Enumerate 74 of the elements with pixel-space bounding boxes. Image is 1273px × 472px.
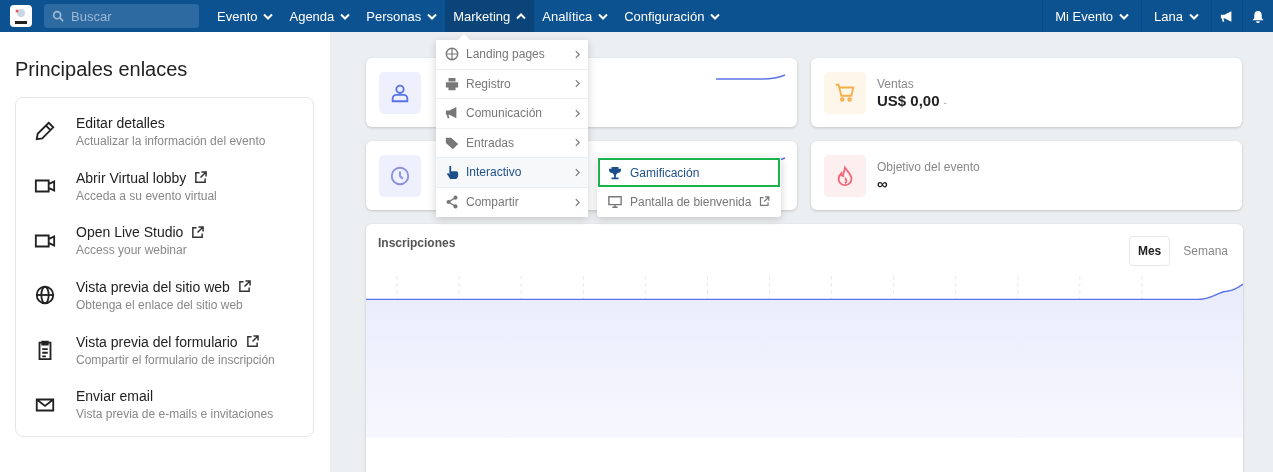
- menu-item[interactable]: Registro: [436, 69, 588, 99]
- nav-menu[interactable]: Analítica: [534, 0, 617, 32]
- link-description: Obtenga el enlace del sitio web: [76, 297, 244, 312]
- link-description: Actualizar la información del evento: [76, 133, 266, 148]
- search-icon: [52, 10, 64, 22]
- globe-icon: [34, 284, 56, 307]
- bell-icon: [1251, 9, 1265, 23]
- stat-value: US$ 0,00: [877, 91, 940, 109]
- link-description: Compartir el formulario de inscripción: [76, 352, 275, 367]
- chart-title: Inscripciones: [378, 236, 456, 252]
- chevron-icon: [516, 12, 527, 20]
- chevron-icon: [427, 12, 438, 20]
- link-title[interactable]: Open Live Studio: [76, 224, 184, 241]
- external-link-icon: [245, 335, 259, 349]
- chevron-icon: [710, 12, 721, 20]
- link-title[interactable]: Enviar email: [76, 388, 154, 405]
- globe-icon: [445, 47, 459, 62]
- nav-menu[interactable]: Evento: [209, 0, 282, 32]
- pencil-icon: [34, 120, 56, 143]
- stat-change: -: [943, 96, 947, 108]
- clock-icon: [389, 164, 411, 187]
- link-title[interactable]: Editar detalles: [76, 114, 165, 131]
- menu-item[interactable]: Landing pages: [436, 40, 588, 70]
- menu-item[interactable]: Entradas: [436, 128, 588, 158]
- cart-icon: [834, 81, 856, 104]
- menu-item[interactable]: Compartir: [436, 187, 588, 217]
- external-link-icon: [759, 195, 770, 208]
- nav-menu[interactable]: Lana: [1141, 0, 1211, 32]
- megaphone-icon: [445, 106, 459, 121]
- pointing-hand-icon: [445, 165, 459, 180]
- printer-icon: [445, 76, 459, 91]
- nav-menu[interactable]: Agenda: [281, 0, 359, 32]
- link-description: Acceda a su evento virtual: [76, 188, 217, 203]
- external-link-icon: [237, 280, 251, 294]
- menu-item[interactable]: Gamificación: [598, 158, 780, 187]
- menu-item[interactable]: Comunicación: [436, 99, 588, 129]
- external-link-icon: [194, 171, 208, 185]
- link-description: Access your webinar: [76, 243, 188, 258]
- external-link-icon: [191, 225, 205, 239]
- search-field[interactable]: Buscar: [44, 4, 199, 28]
- section-title: Principales enlaces: [15, 58, 189, 81]
- logo-icon[interactable]: [10, 5, 32, 27]
- nav-menu[interactable]: Personas: [358, 0, 446, 32]
- link-title[interactable]: Vista previa del sitio web: [76, 278, 230, 295]
- menu-item[interactable]: Interactivo: [436, 158, 588, 188]
- stat-label: Ventas: [877, 76, 915, 91]
- chevron-icon: [1189, 12, 1199, 20]
- chevron-icon: [263, 12, 274, 20]
- chevron-right-icon: [575, 108, 580, 118]
- tag-icon: [445, 135, 459, 150]
- chevron-right-icon: [575, 197, 580, 207]
- chevron-right-icon: [575, 167, 580, 177]
- chevron-icon: [340, 12, 351, 20]
- chevron-right-icon: [575, 138, 580, 148]
- trophy-icon: [608, 165, 622, 180]
- share-icon: [445, 195, 459, 210]
- chevron-icon: [1119, 12, 1130, 20]
- nav-menu[interactable]: Configuración: [616, 0, 729, 32]
- chevron-right-icon: [575, 49, 580, 59]
- nav-menu[interactable]: Mi Evento: [1042, 0, 1142, 32]
- megaphone-icon: [1220, 9, 1234, 23]
- monitor-icon: [608, 194, 622, 209]
- menu-pointer: [458, 34, 470, 40]
- period-tab[interactable]: Mes: [1128, 236, 1171, 266]
- period-tab[interactable]: Semana: [1174, 236, 1237, 266]
- sparkline: [716, 74, 786, 80]
- link-title[interactable]: Abrir Virtual lobby: [76, 169, 187, 186]
- chevron-right-icon: [575, 79, 580, 89]
- link-description: Vista previa de e-mails e invitaciones: [76, 407, 274, 422]
- link-title[interactable]: Vista previa del formulario: [76, 333, 238, 350]
- stat-value: ∞: [877, 174, 888, 192]
- stat-label: Objetivo del evento: [877, 159, 980, 174]
- chevron-icon: [598, 12, 609, 20]
- nav-menu[interactable]: Marketing: [445, 0, 535, 32]
